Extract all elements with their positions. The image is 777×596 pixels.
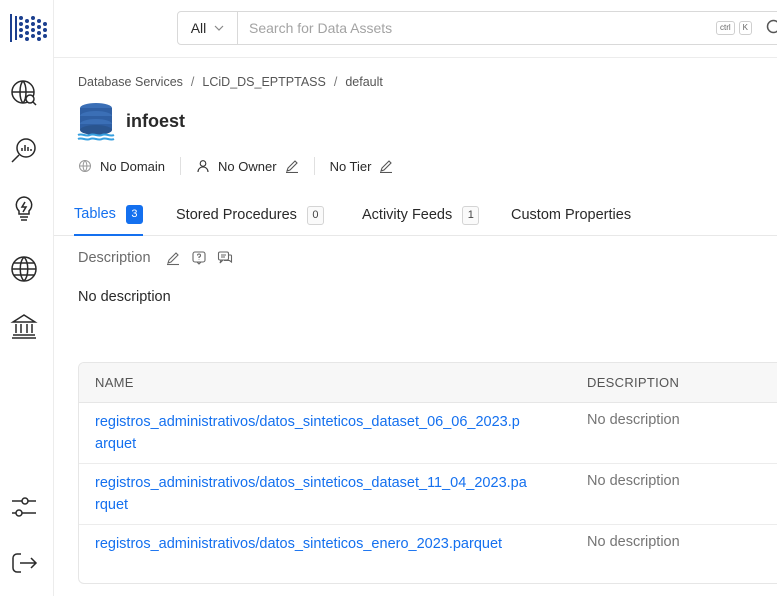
domain-icon (79, 160, 91, 172)
table-description: No description (587, 412, 680, 428)
tab-stored-procedures[interactable]: Stored Procedures 0 (176, 194, 324, 236)
entity-title: infoest (126, 111, 186, 131)
tab-label: Stored Procedures (176, 207, 297, 223)
app-logo[interactable] (9, 12, 51, 44)
breadcrumb-service[interactable]: LCiD_DS_EPTPTASS (202, 75, 325, 89)
shortcut-ctrl-key: ctrl (715, 21, 735, 35)
left-sidebar (0, 0, 54, 596)
divider (313, 157, 315, 175)
tab-label: Custom Properties (511, 207, 632, 223)
entity-tabs: Tables 3 Stored Procedures 0 Activity Fe… (54, 194, 777, 236)
column-header-name: NAME (95, 375, 134, 390)
edit-description-icon[interactable] (165, 250, 181, 266)
tab-count-badge: 0 (306, 205, 324, 225)
edit-tier-icon[interactable] (379, 159, 393, 173)
logout-icon[interactable] (7, 546, 41, 580)
search-filter-dropdown[interactable]: All (178, 12, 238, 44)
owner-icon (197, 160, 209, 173)
domains-icon[interactable] (7, 252, 41, 286)
request-description-icon[interactable] (191, 250, 207, 266)
search-icon[interactable] (766, 19, 777, 37)
description-text: No description (78, 289, 171, 305)
shortcut-k-key: K (738, 21, 752, 35)
breadcrumb-database-services[interactable]: Database Services (78, 75, 183, 89)
description-header: Description (78, 250, 233, 266)
tab-count-badge: 1 (462, 205, 480, 225)
top-navbar: All ctrl K (54, 0, 777, 58)
table-row: registros_administrativos/datos_sintetic… (79, 464, 777, 525)
table-description: No description (587, 473, 680, 489)
domain-item: No Domain (78, 159, 165, 174)
explore-icon[interactable] (7, 76, 41, 110)
global-search: All ctrl K (177, 11, 777, 45)
table-row: registros_administrativos/datos_sintetic… (79, 525, 777, 583)
tab-label: Activity Feeds (362, 207, 453, 223)
owner-item: No Owner (196, 159, 299, 174)
data-quality-icon[interactable] (7, 192, 41, 226)
conversation-icon[interactable] (217, 250, 233, 266)
breadcrumb-database[interactable]: default (345, 75, 383, 89)
tables-list: NAME DESCRIPTION registros_administrativ… (78, 362, 777, 584)
data-insights-icon[interactable] (7, 134, 41, 168)
tier-label: No Tier (329, 158, 372, 174)
table-description: No description (587, 534, 680, 550)
tab-count-badge: 3 (125, 204, 143, 224)
owner-label: No Owner (218, 158, 277, 174)
tab-custom-properties[interactable]: Custom Properties (511, 194, 631, 236)
description-title: Description (78, 250, 151, 266)
search-filter-label: All (190, 20, 207, 36)
chevron-down-icon (214, 25, 224, 31)
settings-icon[interactable] (7, 490, 41, 524)
table-name-link[interactable]: registros_administrativos/datos_sintetic… (95, 472, 527, 516)
tier-item: No Tier (330, 159, 394, 174)
entity-meta-row: No Domain No Owner No Tier (78, 156, 393, 176)
search-input[interactable] (238, 12, 716, 44)
tab-activity-feeds[interactable]: Activity Feeds 1 (362, 194, 480, 236)
divider (180, 157, 182, 175)
tab-tables[interactable]: Tables 3 (74, 194, 143, 236)
table-header: NAME DESCRIPTION (79, 363, 777, 403)
table-name-link[interactable]: registros_administrativos/datos_sintetic… (95, 533, 527, 555)
breadcrumb: Database Services / LCiD_DS_EPTPTASS / d… (78, 75, 383, 89)
edit-owner-icon[interactable] (285, 159, 299, 173)
column-header-description: DESCRIPTION (587, 375, 680, 390)
table-row: registros_administrativos/datos_sintetic… (79, 403, 777, 464)
database-icon (77, 103, 115, 141)
governance-icon[interactable] (7, 309, 41, 343)
domain-label[interactable]: No Domain (100, 159, 165, 174)
table-name-link[interactable]: registros_administrativos/datos_sintetic… (95, 411, 527, 455)
tab-label: Tables (74, 206, 116, 222)
